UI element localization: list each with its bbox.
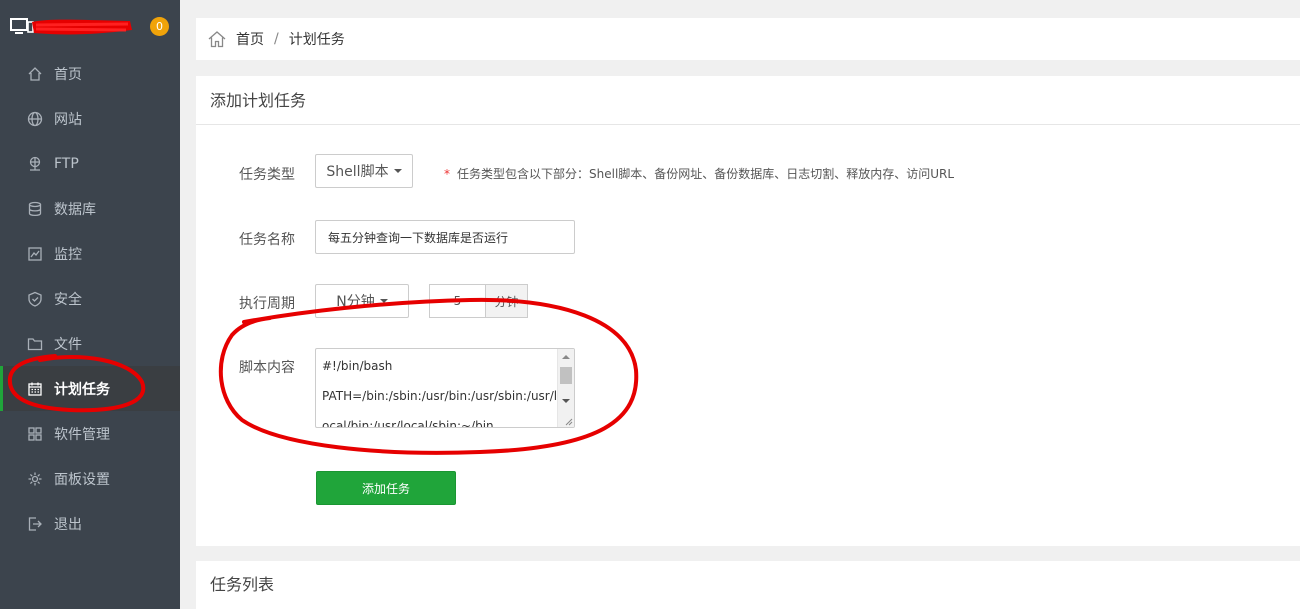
globe-icon <box>27 111 43 127</box>
hint-text: 任务类型包含以下部分：Shell脚本、备份网址、备份数据库、日志切割、释放内存、… <box>457 167 955 181</box>
sidebar-item-database[interactable]: 数据库 <box>0 186 180 231</box>
sidebar-item-label: 软件管理 <box>54 426 110 443</box>
sidebar-item-label: 文件 <box>54 336 82 353</box>
add-task-panel: 添加计划任务 任务类型 Shell脚本 * 任务类型包含以下部分：Shell脚本、… <box>196 76 1300 546</box>
task-type-hint: * 任务类型包含以下部分：Shell脚本、备份网址、备份数据库、日志切割、释放内存… <box>444 165 954 182</box>
sidebar-item-label: 安全 <box>54 291 82 308</box>
sidebar-item-monitor[interactable]: 监控 <box>0 231 180 276</box>
chevron-down-icon <box>393 169 402 173</box>
sidebar-item-cron[interactable]: 计划任务 <box>0 366 180 411</box>
shield-icon <box>27 291 43 307</box>
sidebar-item-label: 面板设置 <box>54 471 110 488</box>
sidebar: 0 首页 网站 FTP 数据库 监控 安全 文件 计划任务 软件管理 面板设置 <box>0 0 180 609</box>
script-line: #!/bin/bash <box>322 359 393 373</box>
ftp-icon <box>27 156 43 172</box>
task-type-label: 任务类型 <box>239 167 295 183</box>
sidebar-item-security[interactable]: 安全 <box>0 276 180 321</box>
scroll-down-icon[interactable] <box>562 399 570 403</box>
sidebar-item-label: 数据库 <box>54 201 96 218</box>
task-list-panel: 任务列表 <box>196 561 1300 609</box>
chevron-down-icon <box>379 299 388 303</box>
resize-grip-icon[interactable] <box>565 418 573 426</box>
task-list-title: 任务列表 <box>210 575 275 594</box>
home-icon[interactable] <box>207 30 227 48</box>
logout-icon <box>27 516 43 532</box>
breadcrumb-home-link[interactable]: 首页 <box>236 29 264 49</box>
sidebar-item-settings[interactable]: 面板设置 <box>0 456 180 501</box>
scroll-up-icon[interactable] <box>562 355 570 359</box>
breadcrumb: 首页 / 计划任务 <box>196 18 1300 60</box>
cycle-value: N分钟 <box>336 294 375 310</box>
scroll-thumb[interactable] <box>560 367 572 384</box>
cycle-select[interactable]: N分钟 <box>315 284 409 318</box>
sidebar-item-label: 计划任务 <box>54 381 110 398</box>
cycle-label: 执行周期 <box>239 296 295 312</box>
script-textarea[interactable]: #!/bin/bash PATH=/bin:/sbin:/usr/bin:/us… <box>315 348 575 428</box>
monitor-chart-icon <box>27 246 43 262</box>
task-type-select[interactable]: Shell脚本 <box>315 154 413 188</box>
folder-icon <box>27 336 43 352</box>
breadcrumb-current: 计划任务 <box>288 32 345 48</box>
required-star: * <box>444 167 450 181</box>
textarea-scrollbar[interactable] <box>557 349 574 427</box>
script-line: PATH=/bin:/sbin:/usr/bin:/usr/sbin:/usr/… <box>322 389 558 403</box>
notification-badge[interactable]: 0 <box>150 17 169 36</box>
sidebar-item-files[interactable]: 文件 <box>0 321 180 366</box>
home-icon <box>27 66 43 82</box>
sidebar-item-label: 首页 <box>54 66 82 83</box>
task-type-value: Shell脚本 <box>326 164 389 180</box>
sidebar-item-label: 退出 <box>54 516 82 533</box>
gear-icon <box>27 471 43 487</box>
breadcrumb-separator: / <box>274 31 279 47</box>
minutes-unit: 分钟 <box>485 284 528 318</box>
sidebar-item-logout[interactable]: 退出 <box>0 501 180 546</box>
database-icon <box>27 201 43 217</box>
panel-title: 添加计划任务 <box>196 76 1300 125</box>
script-line: ocal/bin:/usr/local/sbin:~/bin <box>322 419 494 428</box>
sidebar-item-ftp[interactable]: FTP <box>0 141 180 186</box>
task-name-label: 任务名称 <box>239 232 295 248</box>
calendar-icon <box>27 381 43 397</box>
add-task-button[interactable]: 添加任务 <box>316 471 456 505</box>
sidebar-item-label: 监控 <box>54 246 82 263</box>
sidebar-item-software[interactable]: 软件管理 <box>0 411 180 456</box>
sidebar-item-website[interactable]: 网站 <box>0 96 180 141</box>
task-name-input[interactable]: 每五分钟查询一下数据库是否运行 <box>315 220 575 254</box>
minutes-input[interactable]: 5 <box>429 284 485 318</box>
redacted-server-name <box>32 19 132 35</box>
sidebar-item-home[interactable]: 首页 <box>0 51 180 96</box>
script-label: 脚本内容 <box>239 360 295 376</box>
sidebar-item-label: FTP <box>54 155 79 172</box>
sidebar-item-label: 网站 <box>54 111 82 128</box>
sidebar-header: 0 <box>0 0 180 55</box>
grid-icon <box>27 426 43 442</box>
